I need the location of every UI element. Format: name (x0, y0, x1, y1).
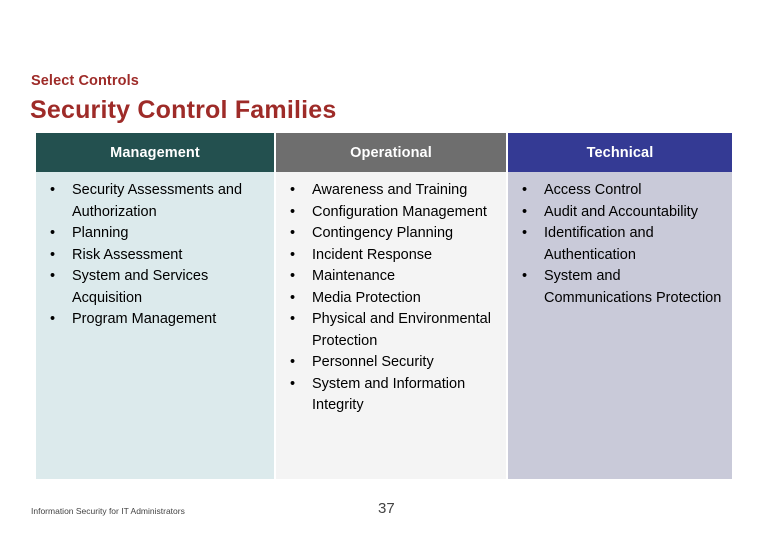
table-cell-management: Security Assessments and Authorization P… (36, 172, 274, 479)
table-header-cell-technical: Technical (508, 133, 732, 172)
page-number: 37 (378, 500, 395, 517)
column-header-label-management: Management (36, 133, 274, 172)
slide: Select Controls Security Control Familie… (0, 0, 780, 540)
list-item: Contingency Planning (286, 223, 500, 245)
list-item: Physical and Environmental Protection (286, 309, 500, 352)
management-controls-panel: Security Assessments and Authorization P… (36, 172, 274, 479)
page-title: Security Control Families (30, 96, 337, 124)
list-item: Program Management (46, 309, 268, 331)
table-body-row: Security Assessments and Authorization P… (36, 172, 732, 479)
management-controls-list: Security Assessments and Authorization P… (46, 180, 268, 331)
operational-controls-list: Awareness and Training Configuration Man… (286, 180, 500, 417)
list-item: Media Protection (286, 288, 500, 310)
operational-controls-panel: Awareness and Training Configuration Man… (276, 172, 506, 479)
table-cell-technical: Access Control Audit and Accountability … (508, 172, 732, 479)
list-item: System and Information Integrity (286, 374, 500, 417)
list-item: System and Services Acquisition (46, 266, 268, 309)
list-item: Awareness and Training (286, 180, 500, 202)
column-header-label-operational: Operational (276, 133, 506, 172)
table-header-cell-management: Management (36, 133, 274, 172)
list-item: Risk Assessment (46, 245, 268, 267)
list-item: Personnel Security (286, 352, 500, 374)
column-header-label-technical: Technical (508, 133, 732, 172)
list-item: Maintenance (286, 266, 500, 288)
list-item: System and Communications Protection (518, 266, 726, 309)
list-item: Configuration Management (286, 202, 500, 224)
list-item: Audit and Accountability (518, 202, 726, 224)
table-cell-operational: Awareness and Training Configuration Man… (276, 172, 506, 479)
table-header-row: Management Operational Technical (36, 133, 732, 172)
technical-controls-list: Access Control Audit and Accountability … (518, 180, 726, 309)
list-item: Security Assessments and Authorization (46, 180, 268, 223)
technical-controls-panel: Access Control Audit and Accountability … (508, 172, 732, 479)
list-item: Identification and Authentication (518, 223, 726, 266)
slide-eyebrow: Select Controls (31, 73, 139, 89)
table-header-cell-operational: Operational (276, 133, 506, 172)
list-item: Planning (46, 223, 268, 245)
list-item: Incident Response (286, 245, 500, 267)
security-control-families-table: Management Operational Technical Securit… (36, 133, 732, 479)
footer-text: Information Security for IT Administrato… (31, 506, 185, 516)
list-item: Access Control (518, 180, 726, 202)
